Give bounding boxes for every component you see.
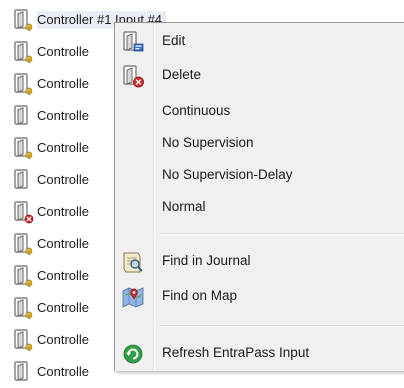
journal-search-icon <box>123 252 143 273</box>
edit-icon <box>123 31 144 52</box>
menu-item-no-supervision[interactable]: No Supervision <box>115 128 404 158</box>
door-input-icon <box>14 41 33 63</box>
list-item-label: Controlle <box>37 332 90 347</box>
menu-item-edit[interactable]: Edit <box>115 26 404 56</box>
menu-separator <box>159 325 404 327</box>
menu-item-normal[interactable]: Normal <box>115 192 404 222</box>
menu-item-delete[interactable]: Delete <box>115 60 404 90</box>
door-input-icon <box>14 297 33 319</box>
list-item-label: Controlle <box>37 300 90 315</box>
door-input-alarm-icon <box>14 201 34 224</box>
menu-item-no-supervision-delay[interactable]: No Supervision-Delay <box>115 160 404 190</box>
list-item-label: Controlle <box>37 172 90 187</box>
door-input-icon <box>14 137 33 159</box>
refresh-icon <box>123 344 143 364</box>
context-menu: Edit Delete Continuous No Supervision No… <box>114 22 404 371</box>
list-item-label: Controlle <box>37 108 90 123</box>
delete-icon <box>123 65 144 88</box>
door-input-icon <box>14 105 28 125</box>
menu-item-continuous[interactable]: Continuous <box>115 96 404 126</box>
menu-item-refresh-entrapass-input[interactable]: Refresh EntraPass Input <box>115 338 404 368</box>
menu-item-label: Find on Map <box>162 288 238 303</box>
menu-separator <box>159 233 404 235</box>
list-item-label: Controlle <box>37 76 90 91</box>
list-item-label: Controlle <box>37 236 90 251</box>
menu-item-find-on-map[interactable]: Find on Map <box>115 281 404 311</box>
menu-item-label: No Supervision <box>162 135 254 150</box>
menu-item-label: Refresh EntraPass Input <box>162 345 310 360</box>
menu-item-label: Edit <box>162 33 186 48</box>
list-item-label: Controlle <box>37 140 90 155</box>
door-input-icon <box>14 9 33 31</box>
list-item-label: Controlle <box>37 204 90 219</box>
door-input-icon <box>14 361 28 381</box>
menu-item-label: Delete <box>162 67 202 82</box>
menu-item-label: Normal <box>162 199 206 214</box>
map-pin-icon <box>122 287 144 308</box>
list-item-label: Controlle <box>37 364 90 379</box>
menu-item-label: Continuous <box>162 103 231 118</box>
door-input-icon <box>14 265 33 287</box>
door-input-icon <box>14 233 33 255</box>
door-input-icon <box>14 169 28 189</box>
list-item-label: Controlle <box>37 44 90 59</box>
list-item-label: Controlle <box>37 268 90 283</box>
menu-item-label: No Supervision-Delay <box>162 167 293 182</box>
door-input-icon <box>14 329 33 351</box>
menu-item-label: Find in Journal <box>162 253 251 268</box>
menu-item-find-in-journal[interactable]: Find in Journal <box>115 246 404 276</box>
door-input-icon <box>14 73 33 95</box>
